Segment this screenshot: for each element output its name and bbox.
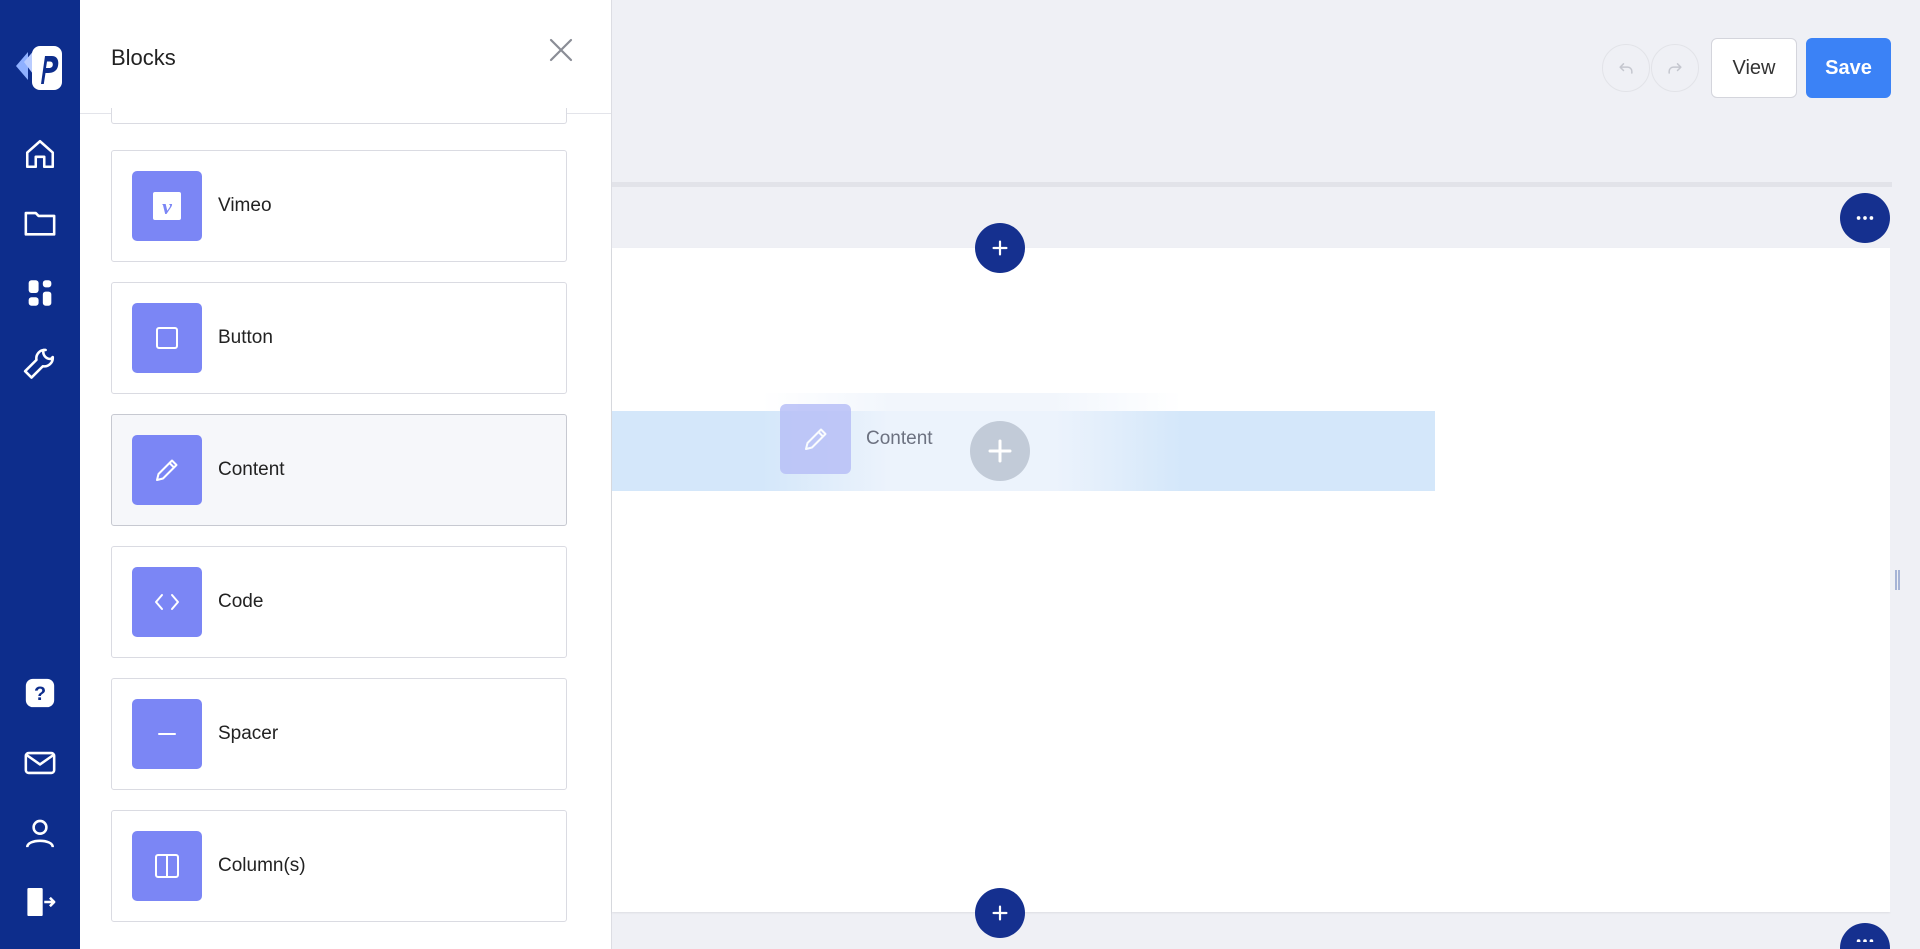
block-label: Column(s) [218, 855, 306, 876]
vimeo-icon: v [132, 171, 202, 241]
section-divider [612, 182, 1892, 187]
block-label: Vimeo [218, 195, 272, 216]
block-item-vimeo[interactable]: v Vimeo [111, 150, 567, 262]
block-label: Button [218, 327, 273, 348]
view-button[interactable]: View [1711, 38, 1797, 98]
drag-preview-label: Content [866, 428, 933, 449]
minus-icon [132, 699, 202, 769]
block-label: Spacer [218, 723, 279, 744]
plus-icon [992, 905, 1008, 921]
logout-icon[interactable] [22, 884, 58, 920]
block-label: Content [218, 459, 285, 480]
block-item-columns[interactable]: Column(s) [111, 810, 567, 922]
blocks-panel: Blocks v Vimeo Button Content Code Space… [80, 0, 612, 949]
block-item-content[interactable]: Content [111, 414, 567, 526]
home-icon[interactable] [22, 136, 58, 172]
block-item-button[interactable]: Button [111, 282, 567, 394]
mail-icon[interactable] [22, 745, 58, 781]
svg-text:v: v [162, 194, 172, 219]
redo-icon [1668, 63, 1682, 74]
columns-icon [132, 831, 202, 901]
svg-text:?: ? [34, 683, 46, 705]
undo-icon [1619, 63, 1633, 74]
more-icon [1856, 938, 1874, 942]
panel-title: Blocks [111, 45, 176, 70]
panel-header: Blocks [80, 0, 611, 114]
redo-button[interactable] [1651, 44, 1699, 92]
undo-button[interactable] [1602, 44, 1650, 92]
code-icon [132, 567, 202, 637]
block-item-spacer[interactable]: Spacer [111, 678, 567, 790]
plus-icon [992, 240, 1008, 256]
block-label: Code [218, 591, 264, 612]
dashboard-icon[interactable] [22, 275, 58, 311]
add-section-bottom-button[interactable] [975, 888, 1025, 938]
pencil-icon [780, 404, 851, 474]
resize-handle[interactable] [1895, 570, 1900, 590]
app-logo-icon[interactable] [14, 40, 64, 94]
square-icon [132, 303, 202, 373]
blocks-list: v Vimeo Button Content Code Spacer Colum… [80, 108, 596, 949]
user-icon[interactable] [22, 815, 58, 851]
wrench-icon[interactable] [22, 344, 58, 380]
editor-canvas[interactable] [612, 248, 1890, 912]
section-options-button[interactable] [1840, 193, 1890, 243]
help-icon[interactable]: ? [22, 675, 58, 711]
block-item-code[interactable]: Code [111, 546, 567, 658]
section-options-button-2[interactable] [1840, 923, 1890, 949]
add-section-top-button[interactable] [975, 223, 1025, 273]
more-icon [1856, 216, 1874, 220]
save-button[interactable]: Save [1806, 38, 1891, 98]
drop-plus-icon [970, 421, 1030, 481]
folder-icon[interactable] [22, 205, 58, 241]
pencil-icon [132, 435, 202, 505]
block-item-partial[interactable] [111, 108, 567, 124]
nav-rail: ? [0, 0, 80, 949]
close-icon[interactable] [545, 34, 577, 66]
